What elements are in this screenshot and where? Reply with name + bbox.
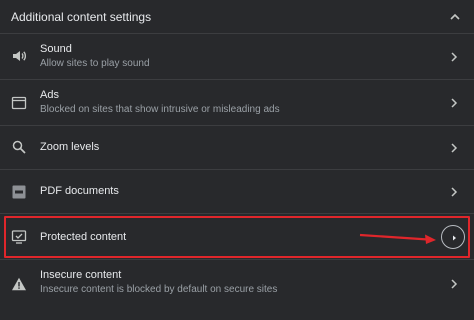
ads-window-icon (11, 96, 27, 110)
chevron-right-icon[interactable] (448, 97, 460, 109)
play-arrow-icon (453, 235, 456, 241)
chevron-right-icon[interactable] (448, 186, 460, 198)
row-subtitle: Blocked on sites that show intrusive or … (40, 104, 280, 115)
chevron-right-icon[interactable] (448, 51, 460, 63)
section-header[interactable]: Additional content settings (0, 0, 474, 34)
red-arrow-annotation (359, 233, 436, 244)
setting-row-zoom-levels[interactable]: Zoom levels (0, 126, 474, 170)
chevron-right-icon[interactable] (448, 278, 460, 290)
row-subtitle: Allow sites to play sound (40, 58, 150, 69)
setting-row-pdf-documents[interactable]: PDF documents (0, 170, 474, 214)
row-title: Zoom levels (40, 141, 100, 153)
open-protected-content-button[interactable] (441, 225, 465, 249)
pdf-icon (12, 185, 26, 199)
row-title: Sound (40, 43, 72, 55)
row-title: Insecure content (40, 269, 122, 281)
search-icon (12, 140, 26, 154)
row-title: PDF documents (40, 185, 119, 197)
warning-icon (12, 277, 26, 291)
setting-row-insecure-content[interactable]: Insecure content Insecure content is blo… (0, 260, 474, 308)
content-settings-panel: Additional content settings Sound Allow … (0, 0, 474, 320)
row-title: Ads (40, 89, 59, 101)
chevron-right-icon[interactable] (448, 142, 460, 154)
speaker-icon (13, 51, 27, 61)
chevron-up-icon[interactable] (448, 10, 462, 24)
setting-row-ads[interactable]: Ads Blocked on sites that show intrusive… (0, 80, 474, 126)
setting-row-sound[interactable]: Sound Allow sites to play sound (0, 34, 474, 80)
row-subtitle: Insecure content is blocked by default o… (40, 284, 278, 295)
section-title: Additional content settings (11, 10, 152, 24)
